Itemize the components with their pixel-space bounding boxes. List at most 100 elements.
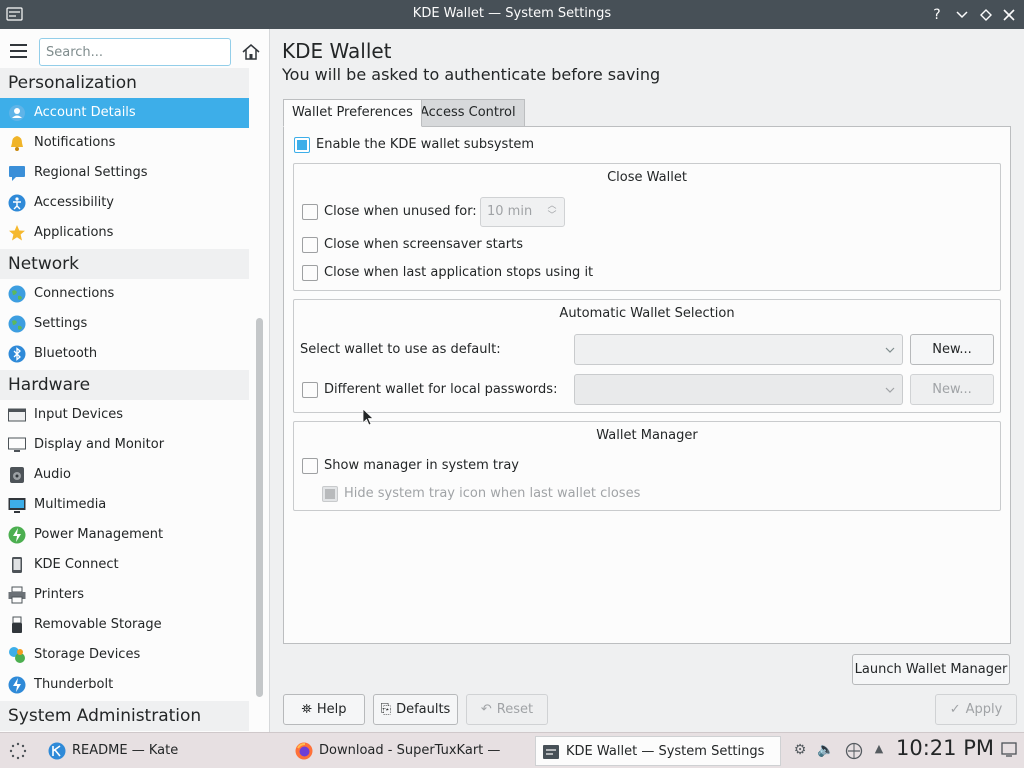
sidebar-item-applications[interactable]: Applications [0, 218, 249, 248]
spinbox-arrows-icon[interactable]: ︿ ﹀ [546, 201, 558, 223]
mouse-cursor-icon [362, 408, 374, 426]
defaults-button[interactable]: ⎘ Defaults [373, 694, 458, 725]
task-label: Download - SuperTuxKart — [319, 743, 501, 758]
task-label: README — Kate [72, 743, 179, 758]
volume-icon[interactable]: 🔈 [817, 742, 835, 760]
sidebar-item-multimedia[interactable]: Multimedia [0, 490, 249, 520]
close-last-app-checkbox[interactable] [302, 265, 318, 281]
enable-wallet-checkbox[interactable] [294, 137, 310, 153]
sidebar-item-label: Thunderbolt [34, 677, 114, 692]
user-icon [9, 105, 25, 121]
launch-wallet-manager-button[interactable]: Launch Wallet Manager [852, 654, 1010, 685]
show-manager-checkbox[interactable] [302, 458, 318, 474]
unused-minutes-spinbox[interactable]: 10 min ︿ ﹀ [480, 197, 565, 227]
globe-icon [8, 285, 26, 303]
app-launcher-icon[interactable] [9, 742, 27, 760]
wallet-manager-group: Wallet Manager Show manager in system tr… [293, 421, 1001, 511]
default-wallet-combo[interactable] [574, 334, 903, 365]
sidebar-item-label: Regional Settings [34, 165, 148, 180]
show-desktop-icon[interactable] [1000, 741, 1018, 759]
sidebar-item-label: Settings [34, 316, 88, 331]
tab-wallet-preferences[interactable]: Wallet Preferences [283, 99, 422, 127]
wallet-preferences-panel: Enable the KDE wallet subsystem Close Wa… [283, 126, 1011, 644]
storage-icon [9, 647, 25, 663]
sidebar: Personalization Account Details Notifica… [0, 29, 270, 732]
sidebar-item-input-devices[interactable]: Input Devices [0, 400, 249, 430]
sidebar-item-label: Connections [34, 286, 115, 301]
help-icon[interactable]: ? [926, 4, 948, 26]
sidebar-item-label: Printers [34, 587, 85, 602]
sidebar-item-label: Power Management [34, 527, 164, 542]
sidebar-item-thunderbolt[interactable]: Thunderbolt [0, 670, 249, 700]
help-button[interactable]: ⛯ Help [283, 694, 365, 725]
sidebar-item-label: Display and Monitor [34, 437, 165, 452]
close-screensaver-checkbox[interactable] [302, 237, 318, 253]
task-kate[interactable]: README — Kate [42, 736, 282, 766]
sidebar-item-account-details[interactable]: Account Details [0, 98, 249, 128]
auto-selection-title: Automatic Wallet Selection [559, 306, 735, 321]
sidebar-item-label: Input Devices [34, 407, 124, 422]
hide-tray-icon-checkbox[interactable] [322, 486, 338, 502]
task-system-settings[interactable]: KDE Wallet — System Settings [535, 736, 781, 766]
sidebar-item-accessibility[interactable]: Accessibility [0, 188, 249, 218]
close-unused-checkbox[interactable] [302, 204, 318, 220]
enable-wallet-label: Enable the KDE wallet subsystem [316, 137, 535, 152]
category-network: Network [0, 249, 249, 279]
sidebar-item-display-monitor[interactable]: Display and Monitor [0, 430, 249, 460]
apply-button[interactable]: ✓ Apply [935, 694, 1017, 725]
sidebar-item-label: Notifications [34, 135, 116, 150]
thunderbolt-icon [8, 676, 26, 694]
sidebar-item-audio[interactable]: Audio [0, 460, 249, 490]
category-personalization: Personalization [0, 68, 249, 98]
new-wallet-button[interactable]: New... [910, 334, 994, 365]
new-local-wallet-button[interactable]: New... [910, 374, 994, 405]
maximize-button[interactable] [975, 4, 997, 26]
sidebar-item-notifications[interactable]: Notifications [0, 128, 249, 158]
bell-icon [11, 136, 23, 151]
minimize-button[interactable] [951, 4, 973, 26]
close-button[interactable] [998, 4, 1020, 26]
multimedia-icon [8, 498, 26, 513]
search-input[interactable] [39, 38, 231, 66]
spinbox-value: 10 min [487, 204, 533, 219]
network-icon[interactable] [845, 742, 863, 760]
regional-icon [9, 166, 25, 181]
reset-button[interactable]: ↶ Reset [466, 694, 548, 725]
sidebar-item-regional-settings[interactable]: Regional Settings [0, 158, 249, 188]
kate-icon [48, 742, 66, 760]
sidebar-item-bluetooth[interactable]: Bluetooth [0, 339, 249, 369]
sidebar-item-printers[interactable]: Printers [0, 580, 249, 610]
sidebar-item-storage-devices[interactable]: Storage Devices [0, 640, 249, 670]
window-titlebar[interactable]: KDE Wallet — System Settings ? [0, 0, 1024, 29]
speaker-icon [10, 467, 24, 483]
firefox-icon [295, 742, 313, 760]
hide-tray-icon-label: Hide system tray icon when last wallet c… [344, 486, 641, 501]
wallet-manager-title: Wallet Manager [596, 428, 698, 443]
sidebar-scrollbar[interactable] [256, 318, 263, 697]
sidebar-item-power-management[interactable]: Power Management [0, 520, 249, 550]
sidebar-item-removable-storage[interactable]: Removable Storage [0, 610, 249, 640]
sidebar-item-label: Bluetooth [34, 346, 98, 361]
clock[interactable]: 10:21 PM [896, 736, 994, 760]
sidebar-item-kde-connect[interactable]: KDE Connect [0, 550, 249, 580]
kde-connect-tray-icon[interactable]: ⚙ [791, 742, 809, 760]
category-hardware: Hardware [0, 370, 249, 400]
bluetooth-icon [8, 345, 26, 363]
local-wallet-checkbox[interactable] [302, 382, 318, 398]
hamburger-menu-icon[interactable] [10, 44, 27, 58]
local-wallet-combo[interactable] [574, 374, 903, 405]
task-label: KDE Wallet — System Settings [566, 744, 765, 759]
defaults-icon: ⎘ [380, 702, 392, 717]
help-lifebuoy-icon: ⛯ [301, 702, 312, 717]
sidebar-item-label: Removable Storage [34, 617, 162, 632]
home-icon[interactable] [241, 42, 261, 62]
sidebar-item-connections[interactable]: Connections [0, 279, 249, 309]
sidebar-item-network-settings[interactable]: Settings [0, 309, 249, 339]
tray-expand-icon[interactable]: ▲ [870, 742, 888, 760]
sidebar-item-label: Account Details [34, 105, 136, 120]
help-label: Help [316, 702, 347, 717]
sidebar-item-label: Accessibility [34, 195, 114, 210]
tab-access-control[interactable]: Access Control [412, 99, 525, 127]
window-title: KDE Wallet — System Settings [412, 6, 612, 21]
task-firefox[interactable]: Download - SuperTuxKart — [289, 736, 529, 766]
